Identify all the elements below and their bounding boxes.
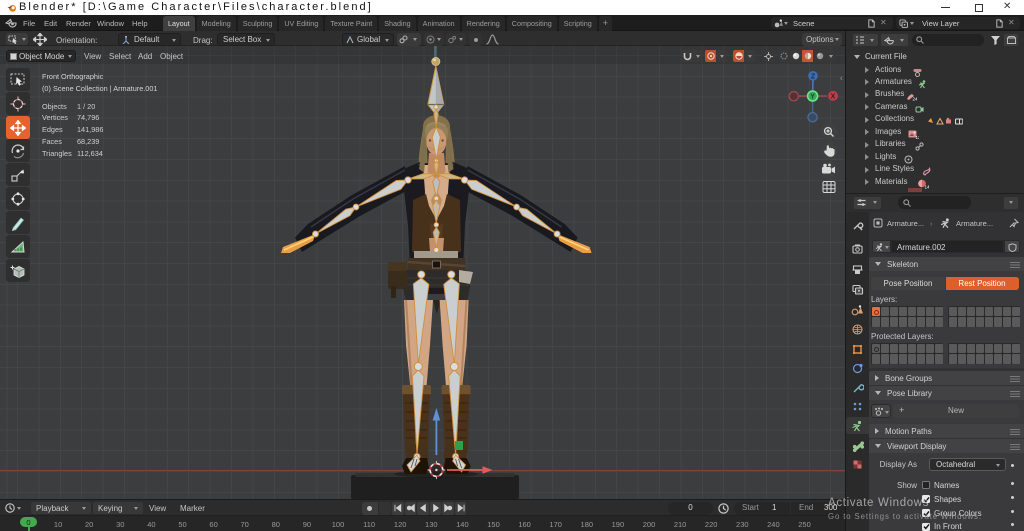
svg-text:X: X [831, 93, 836, 100]
svg-text:147: 147 [925, 184, 930, 189]
svg-text:Z: Z [811, 73, 816, 80]
svg-text:‹: ‹ [840, 74, 843, 83]
svg-text:Y: Y [810, 94, 815, 101]
